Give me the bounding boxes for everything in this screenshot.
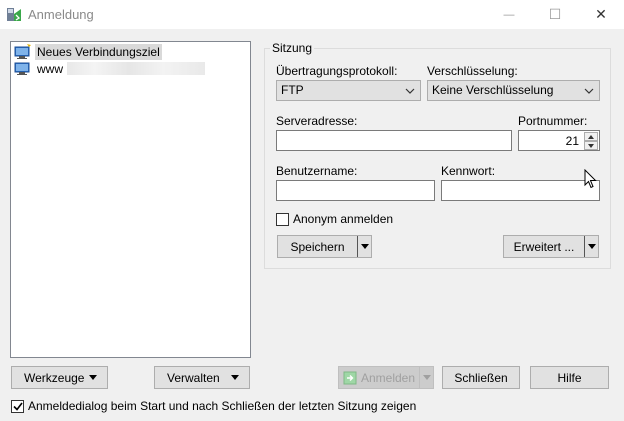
checkmark-icon <box>12 402 23 411</box>
close-icon: ✕ <box>595 6 607 22</box>
encryption-label: Verschlüsselung: <box>427 64 518 78</box>
advanced-dropdown-button[interactable] <box>584 236 598 257</box>
password-label: Kennwort: <box>441 164 496 178</box>
spin-up-button[interactable] <box>584 132 598 141</box>
anonymous-label: Anonym anmelden <box>293 212 394 226</box>
caret-down-icon <box>360 244 369 249</box>
advanced-button-label: Erweitert ... <box>513 239 575 254</box>
maximize-button[interactable]: ☐ <box>532 0 578 29</box>
login-button-content: Anmelden <box>339 371 419 385</box>
protocol-select[interactable]: FTP <box>276 80 421 101</box>
tree-item-label: www <box>37 61 63 76</box>
port-spinner[interactable]: 21 <box>518 130 600 151</box>
window-title: Anmeldung <box>28 7 94 22</box>
advanced-button[interactable]: Erweitert ... <box>503 235 599 258</box>
caret-down-icon <box>422 375 431 380</box>
tree-item-new-site[interactable]: Neues Verbindungsziel <box>14 43 162 60</box>
computer-icon <box>14 62 30 75</box>
login-button-label: Anmelden <box>360 370 416 385</box>
spin-down-button[interactable] <box>584 141 598 150</box>
user-label: Benutzername: <box>276 164 358 178</box>
new-site-icon <box>14 43 31 59</box>
protocol-label: Übertragungsprotokoll: <box>276 64 398 78</box>
tree-item-label: Neues Verbindungsziel <box>35 43 162 60</box>
manage-button-label: Verwalten <box>167 370 220 385</box>
anonymous-checkbox[interactable]: Anonym anmelden <box>276 212 393 226</box>
encryption-value: Keine Verschlüsselung <box>432 83 554 97</box>
show-dialog-checkbox[interactable]: Anmeldedialog beim Start und nach Schlie… <box>11 399 416 413</box>
password-input[interactable] <box>441 180 600 201</box>
chevron-down-icon <box>584 81 594 100</box>
host-label: Serveradresse: <box>276 114 358 128</box>
tools-button-label: Werkzeuge <box>24 370 85 385</box>
help-button-label: Hilfe <box>557 370 582 385</box>
app-icon <box>7 8 21 21</box>
encryption-select[interactable]: Keine Verschlüsselung <box>427 80 600 101</box>
caret-down-icon <box>89 375 97 380</box>
save-dropdown-button[interactable] <box>357 236 371 257</box>
port-value: 21 <box>565 134 579 148</box>
login-button[interactable]: Anmelden <box>338 366 434 389</box>
user-input[interactable] <box>276 180 435 201</box>
close-window-button[interactable]: ✕ <box>578 0 624 29</box>
login-icon <box>343 371 357 384</box>
caret-down-icon <box>231 375 239 380</box>
chevron-down-icon <box>405 81 415 100</box>
maximize-icon: ☐ <box>548 6 562 22</box>
help-button[interactable]: Hilfe <box>530 366 609 389</box>
minimize-button[interactable]: — <box>486 0 532 29</box>
checkbox-box[interactable] <box>11 399 24 413</box>
save-button-label: Speichern <box>290 239 345 254</box>
session-group-label: Sitzung <box>270 41 315 55</box>
save-button[interactable]: Speichern <box>277 235 372 258</box>
caret-down-icon <box>587 244 596 249</box>
mouse-cursor-icon <box>584 169 597 189</box>
close-button-label: Schließen <box>454 370 508 385</box>
minimize-icon: — <box>503 8 515 21</box>
show-dialog-label: Anmeldedialog beim Start und nach Schlie… <box>28 399 417 413</box>
title-bar: Anmeldung — ☐ ✕ <box>0 0 624 29</box>
tools-button[interactable]: Werkzeuge <box>11 366 108 389</box>
arrow-down-icon <box>588 143 594 148</box>
tree-item-saved-site[interactable]: www <box>14 60 205 77</box>
manage-button[interactable]: Verwalten <box>154 366 250 389</box>
close-button[interactable]: Schließen <box>442 366 520 389</box>
arrow-up-icon <box>588 134 594 139</box>
site-tree[interactable]: Neues Verbindungsziel www <box>10 41 251 358</box>
checkbox-box[interactable] <box>276 212 289 226</box>
port-label: Portnummer: <box>518 114 588 128</box>
host-input[interactable] <box>276 130 512 151</box>
redacted-hostname <box>67 62 205 75</box>
protocol-value: FTP <box>281 83 304 97</box>
login-dropdown-button[interactable] <box>419 367 433 388</box>
